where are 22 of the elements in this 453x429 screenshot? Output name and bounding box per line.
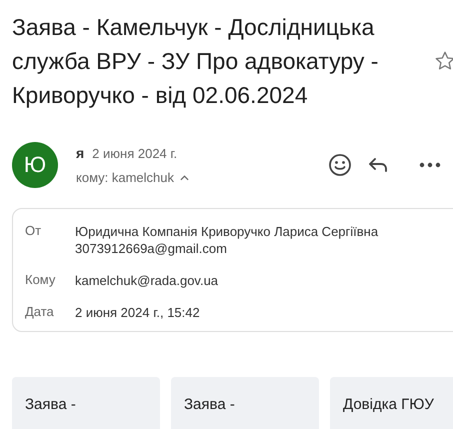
detail-label: От <box>25 223 42 240</box>
avatar: Ю <box>12 142 58 188</box>
recipient-summary: кому: kamelchuk <box>76 170 174 185</box>
detail-value: 2 июня 2024 г., 15:42 <box>75 304 200 321</box>
emoji-icon[interactable] <box>328 153 352 177</box>
detail-label: Кому <box>25 272 56 289</box>
more-icon[interactable] <box>418 161 442 169</box>
star-icon[interactable] <box>434 50 453 72</box>
detail-value: Юридична Компанія Криворучко Лариса Сергіївна <box>75 223 378 240</box>
detail-value: 3073912669a@gmail.com <box>75 240 228 257</box>
caret-icon[interactable] <box>180 174 190 180</box>
email-subject: Заява - Камельчук - Дослідницька служба ВРУ - ЗУ Про адвокатуру - Криворучко - від 02.06.2024 <box>12 13 380 110</box>
attachment-title: Довідка ГЮУ <box>343 396 434 413</box>
message-date: 2 июня 2024 г. <box>92 146 178 161</box>
attachment-title: Заява - <box>184 396 235 413</box>
detail-value: kamelchuk@rada.gov.ua <box>75 272 218 289</box>
attachment-card[interactable]: Заява - <box>12 377 160 429</box>
attachment-card[interactable]: Довідка ГЮУ <box>330 377 453 429</box>
sender-name: я <box>76 145 84 161</box>
detail-label: Дата <box>25 304 55 321</box>
attachment-card[interactable]: Заява - <box>171 377 319 429</box>
attachment-title: Заява - <box>25 396 76 413</box>
